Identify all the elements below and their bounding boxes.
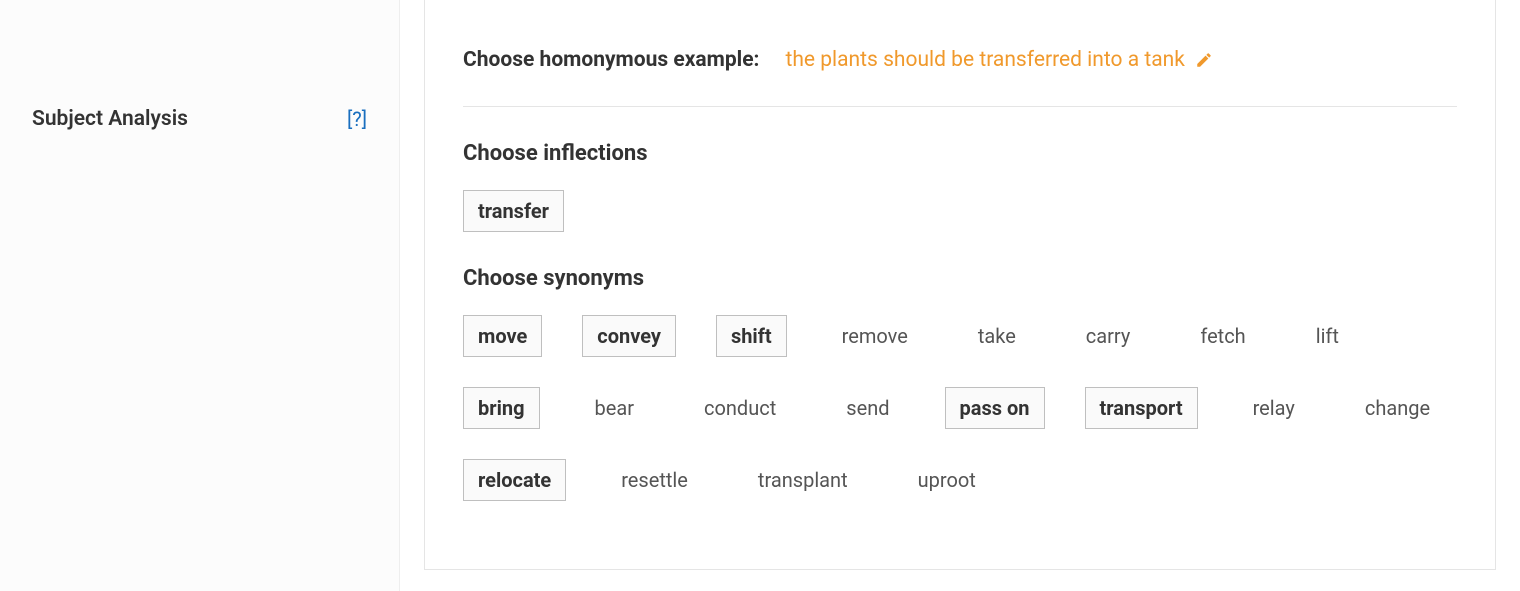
- sidebar: Subject Analysis [?]: [0, 0, 400, 591]
- homonymous-example-value[interactable]: the plants should be transferred into a …: [785, 48, 1212, 72]
- analysis-card: Choose homonymous example: the plants sh…: [424, 0, 1496, 570]
- synonyms-chip[interactable]: conduct: [689, 387, 791, 429]
- edit-icon[interactable]: [1195, 51, 1213, 69]
- synonyms-chip[interactable]: transplant: [743, 459, 863, 501]
- synonyms-chip[interactable]: send: [831, 387, 904, 429]
- homonymous-example-label: Choose homonymous example:: [463, 48, 759, 72]
- sidebar-item-label: Subject Analysis: [32, 107, 188, 131]
- synonyms-chip[interactable]: move: [463, 315, 542, 357]
- synonyms-chip[interactable]: carry: [1071, 315, 1146, 357]
- synonyms-chip[interactable]: lift: [1301, 315, 1354, 357]
- homonymous-example-text: the plants should be transferred into a …: [785, 48, 1184, 72]
- inflections-heading: Choose inflections: [463, 141, 1457, 166]
- homonymous-example-row: Choose homonymous example: the plants sh…: [463, 0, 1457, 107]
- synonyms-chip[interactable]: pass on: [945, 387, 1045, 429]
- help-icon[interactable]: [?]: [347, 107, 367, 131]
- synonyms-chip[interactable]: relay: [1238, 387, 1310, 429]
- synonyms-chip[interactable]: bear: [580, 387, 650, 429]
- sidebar-item-subject-analysis[interactable]: Subject Analysis [?]: [0, 95, 399, 143]
- inflections-chip-list: transfer: [463, 190, 1457, 232]
- synonyms-chip[interactable]: relocate: [463, 459, 566, 501]
- synonyms-chip[interactable]: convey: [582, 315, 676, 357]
- synonyms-chip[interactable]: resettle: [606, 459, 703, 501]
- synonyms-chip[interactable]: fetch: [1185, 315, 1260, 357]
- synonyms-chip[interactable]: take: [963, 315, 1031, 357]
- synonyms-chip[interactable]: shift: [716, 315, 787, 357]
- synonyms-chip[interactable]: bring: [463, 387, 540, 429]
- synonyms-chip[interactable]: change: [1350, 387, 1445, 429]
- main-panel: Choose homonymous example: the plants sh…: [400, 0, 1520, 591]
- inflections-chip[interactable]: transfer: [463, 190, 564, 232]
- synonyms-chip-list: move convey shift remove take carry fetch lift b…: [463, 315, 1457, 501]
- synonyms-chip[interactable]: remove: [827, 315, 923, 357]
- synonyms-chip[interactable]: transport: [1085, 387, 1198, 429]
- synonyms-heading: Choose synonyms: [463, 266, 1457, 291]
- synonyms-chip[interactable]: uproot: [903, 459, 991, 501]
